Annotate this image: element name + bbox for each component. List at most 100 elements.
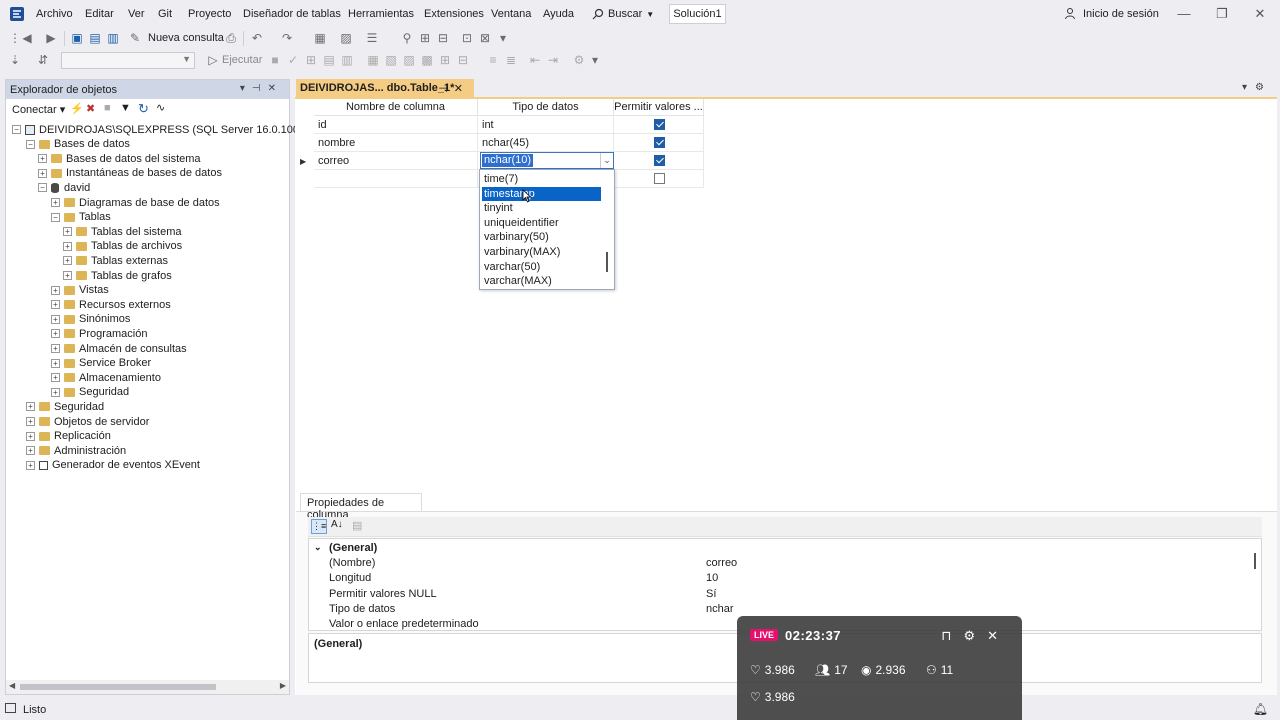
tree-node[interactable]: − david: [38, 180, 90, 195]
overflow-icon[interactable]: ▾: [496, 31, 510, 45]
outdent-icon[interactable]: ⇤: [528, 53, 542, 67]
comment-icon[interactable]: ≡: [486, 53, 500, 67]
execute-button[interactable]: Ejecutar: [222, 54, 262, 66]
allow-null-checkbox[interactable]: [654, 173, 665, 184]
menu-git[interactable]: Git: [158, 8, 172, 20]
expand-icon[interactable]: +: [26, 446, 35, 456]
expand-icon[interactable]: +: [38, 154, 47, 164]
disconnect-icon[interactable]: ✖: [86, 102, 95, 115]
close-icon[interactable]: ✕: [987, 628, 1010, 643]
data-type-option[interactable]: uniqueidentifier: [482, 216, 601, 230]
menu-proyecto[interactable]: Proyecto: [188, 8, 231, 20]
toolbox-icon[interactable]: ⊠: [478, 31, 492, 45]
stop-icon[interactable]: ■: [268, 53, 282, 67]
menu-extensiones[interactable]: Extensiones: [424, 8, 484, 20]
tree-node[interactable]: + Administración: [26, 443, 126, 458]
allow-null-checkbox[interactable]: [654, 137, 665, 148]
execute-icon[interactable]: ▷: [206, 53, 220, 67]
close-icon[interactable]: ✕: [268, 83, 283, 94]
expand-icon[interactable]: +: [38, 168, 47, 178]
expand-icon[interactable]: +: [51, 198, 60, 207]
data-type-option[interactable]: tinyint: [482, 201, 601, 215]
document-tab[interactable]: DEIVIDROJAS... dbo.Table_1* ⊣✕: [296, 79, 474, 98]
forward-icon[interactable]: ▶: [44, 31, 58, 45]
expand-icon[interactable]: +: [51, 344, 60, 353]
signin-button[interactable]: Inicio de sesión: [1064, 7, 1159, 20]
expand-icon[interactable]: +: [26, 431, 35, 441]
properties-icon[interactable]: ⊞: [418, 31, 432, 45]
expand-icon[interactable]: +: [51, 387, 60, 397]
connect-button[interactable]: Conectar ▾: [12, 103, 65, 116]
property-value[interactable]: Sí: [706, 588, 716, 600]
collapse-icon[interactable]: −: [12, 125, 21, 134]
tree-node[interactable]: + Almacén de consultas: [51, 341, 187, 356]
filter-icon[interactable]: ▼: [120, 102, 131, 114]
expand-icon[interactable]: +: [26, 417, 35, 426]
save-all-icon[interactable]: ▥: [106, 31, 120, 45]
collapse-icon[interactable]: −: [38, 183, 47, 193]
menu-ventana[interactable]: Ventana: [491, 8, 531, 20]
tree-node[interactable]: + Programación: [51, 326, 147, 341]
connect-icon[interactable]: ⇣: [8, 53, 22, 67]
column-name-cell[interactable]: correo: [314, 152, 478, 170]
client-stats-icon[interactable]: ▨: [402, 53, 416, 67]
tree-node[interactable]: − Bases de datos: [26, 137, 130, 152]
tree-node[interactable]: + Objetos de servidor: [26, 414, 149, 429]
parse-icon[interactable]: ✓: [286, 53, 300, 67]
solution-name[interactable]: Solución1: [669, 4, 726, 24]
expand-icon[interactable]: +: [51, 358, 60, 368]
data-type-option[interactable]: varchar(50): [482, 260, 601, 274]
intellisense-icon[interactable]: ▥: [340, 53, 354, 67]
specify-values-icon[interactable]: ⚙: [572, 53, 586, 67]
tree-node[interactable]: + Almacenamiento: [51, 370, 161, 385]
tree-node[interactable]: + Bases de datos del sistema: [38, 151, 201, 166]
allow-null-cell[interactable]: [614, 134, 704, 152]
tree-node[interactable]: + Tablas de grafos: [63, 268, 172, 283]
chevron-down-icon[interactable]: ⌄: [600, 153, 613, 168]
scroll-left-icon[interactable]: ◀: [9, 681, 15, 690]
expand-icon[interactable]: +: [51, 314, 60, 324]
menu-ayuda[interactable]: Ayuda: [543, 8, 574, 20]
data-type-option[interactable]: timestamp: [482, 186, 601, 201]
search-button[interactable]: Buscar ▼: [592, 4, 654, 24]
column-name-cell[interactable]: nombre: [314, 134, 478, 152]
new-query-button[interactable]: Nueva consulta: [148, 32, 224, 44]
data-type-combo[interactable]: nchar(10) ⌄: [480, 152, 614, 169]
undo-icon[interactable]: ↶: [250, 31, 264, 45]
dropdown-icon[interactable]: ▾: [240, 83, 252, 94]
tree-node[interactable]: + Sinónimos: [51, 312, 130, 327]
expand-icon[interactable]: +: [51, 329, 60, 339]
expand-icon[interactable]: +: [63, 241, 72, 251]
tree-node[interactable]: + Seguridad: [51, 385, 129, 400]
allow-null-checkbox[interactable]: [654, 119, 665, 130]
expand-icon[interactable]: +: [63, 256, 72, 266]
tree-node[interactable]: + Replicación: [26, 429, 111, 444]
tree-node[interactable]: + Instantáneas de bases de datos: [38, 166, 222, 181]
results-file-icon[interactable]: ⊟: [456, 53, 470, 67]
tree-node[interactable]: − Tablas: [51, 210, 111, 225]
folder-open-icon[interactable]: ▨: [339, 31, 353, 45]
find-icon[interactable]: ⚲: [400, 31, 414, 45]
back-icon[interactable]: ◀: [20, 31, 34, 45]
plan-icon[interactable]: ⊞: [304, 53, 318, 67]
menu-herramientas[interactable]: Herramientas: [348, 8, 414, 20]
collapse-icon[interactable]: ⌄: [314, 542, 322, 553]
scroll-right-icon[interactable]: ▶: [280, 681, 286, 690]
alphabetical-icon[interactable]: A↓: [331, 519, 343, 530]
tree-node[interactable]: + Vistas: [51, 283, 109, 298]
results-text-icon[interactable]: ▩: [420, 53, 434, 67]
stop-icon[interactable]: ■: [104, 102, 111, 114]
new-project-icon[interactable]: ▣: [70, 31, 84, 45]
horizontal-scrollbar[interactable]: ◀ ▶: [6, 680, 289, 694]
template-icon[interactable]: ⊡: [460, 31, 474, 45]
column-name-cell[interactable]: id: [314, 116, 478, 134]
uncomment-icon[interactable]: ≣: [504, 53, 518, 67]
change-connection-icon[interactable]: ⇵: [36, 53, 50, 67]
property-row[interactable]: (Nombre) correo: [309, 556, 1253, 571]
property-pages-icon[interactable]: ▤: [352, 519, 362, 532]
list-scrollbar[interactable]: [606, 252, 608, 272]
data-type-cell[interactable]: int: [478, 116, 614, 134]
tree-node[interactable]: + Seguridad: [26, 399, 104, 414]
pin-icon[interactable]: ⊣: [252, 83, 268, 94]
redo-icon[interactable]: ↷: [280, 31, 294, 45]
